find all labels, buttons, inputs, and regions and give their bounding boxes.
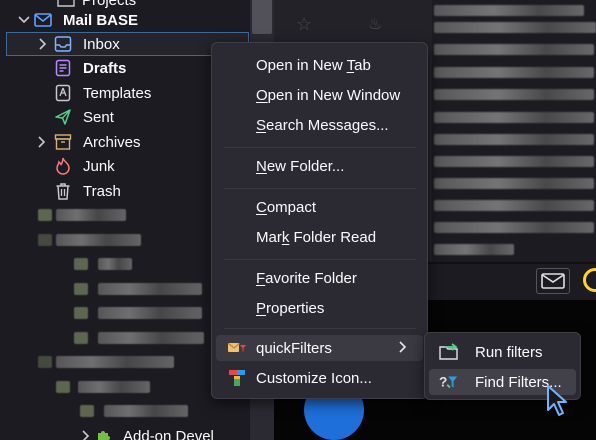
menu-item-label: Open in New Window — [256, 86, 401, 104]
menu-item-search-messages[interactable]: Search Messages... — [216, 112, 423, 138]
menu-item-label: Run filters — [475, 343, 543, 361]
menu-item-customize-icon[interactable]: Customize Icon... — [216, 365, 423, 391]
menu-item-label: New Folder... — [256, 157, 345, 175]
folder-label: Templates — [83, 84, 152, 102]
templates-icon — [53, 83, 73, 103]
mail-account-icon — [33, 10, 53, 30]
junk-icon — [53, 156, 73, 176]
run-filters-icon — [439, 342, 459, 362]
inbox-icon — [53, 34, 73, 54]
chevron-right-icon[interactable] — [78, 428, 94, 440]
mail-icon[interactable] — [536, 268, 570, 294]
folder-row-addon-devel[interactable]: Add-on Devel — [0, 424, 250, 440]
chevron-right-icon[interactable] — [34, 134, 50, 150]
menu-item-label: Compact — [256, 198, 317, 216]
junk-status-icon[interactable]: ♨ — [368, 14, 382, 34]
account-name: Mail BASE — [63, 11, 139, 29]
account-row[interactable]: Mail BASE — [0, 8, 250, 32]
menu-separator — [224, 188, 416, 189]
chevron-down-icon[interactable] — [16, 12, 32, 28]
folder-label: Archives — [83, 133, 141, 151]
find-filters-icon: ? — [439, 372, 459, 392]
menu-item-properties[interactable]: Properties — [216, 295, 423, 321]
menu-item-new-folder[interactable]: New Folder... — [216, 153, 423, 179]
folder-context-menu: Open in New Tab Open in New Window Searc… — [211, 42, 428, 399]
menu-item-label: Mark Folder Read — [256, 228, 377, 246]
menu-separator — [224, 328, 416, 329]
scrollbar-thumb[interactable] — [252, 0, 272, 34]
folder-label: Add-on Devel — [123, 427, 214, 440]
menu-item-label: Search Messages... — [256, 116, 389, 134]
menu-item-open-new-tab[interactable]: Open in New Tab — [216, 52, 423, 78]
menu-item-label: quickFilters — [256, 339, 332, 357]
menu-item-label: Open in New Tab — [256, 56, 371, 74]
puzzle-icon — [94, 426, 114, 440]
menu-item-mark-folder-read[interactable]: Mark Folder Read — [216, 224, 423, 250]
customize-icon-icon — [227, 368, 247, 388]
mouse-cursor-icon — [546, 384, 568, 418]
folder-label: Inbox — [83, 35, 120, 53]
folder-label: Drafts — [83, 59, 127, 77]
menu-item-compact[interactable]: Compact — [216, 194, 423, 220]
menu-item-open-new-window[interactable]: Open in New Window — [216, 82, 423, 108]
chevron-right-icon — [399, 340, 407, 356]
sent-icon — [53, 107, 73, 127]
archives-icon — [53, 132, 73, 152]
menu-item-label: Favorite Folder — [256, 269, 357, 287]
svg-text:?: ? — [439, 375, 447, 390]
menu-item-quickfilters[interactable]: quickFilters — [216, 335, 423, 361]
folder-label: Trash — [83, 182, 121, 200]
menu-separator — [224, 147, 416, 148]
folder-label: Junk — [83, 157, 115, 175]
trash-icon — [53, 181, 73, 201]
chevron-right-icon[interactable] — [35, 36, 51, 52]
menu-separator — [224, 259, 416, 260]
star-icon[interactable]: ☆ — [296, 14, 312, 35]
menu-item-label: Customize Icon... — [256, 369, 372, 387]
menu-item-label: Properties — [256, 299, 325, 317]
quickfilters-icon — [227, 338, 247, 358]
drafts-icon — [53, 58, 73, 78]
menu-item-favorite-folder[interactable]: Favorite Folder — [216, 265, 423, 291]
folder-label: Sent — [83, 108, 114, 126]
menu-item-run-filters[interactable]: Run filters — [429, 339, 576, 365]
